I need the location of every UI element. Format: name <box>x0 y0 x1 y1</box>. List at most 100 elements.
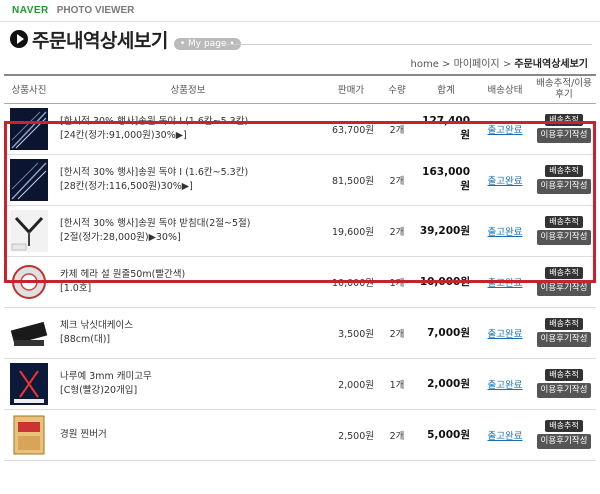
unit-price: 81,500원 <box>322 154 380 206</box>
product-photo[interactable] <box>4 358 54 410</box>
product-photo[interactable] <box>4 103 54 155</box>
write-review-button[interactable]: 이용후기작성 <box>536 281 592 296</box>
write-review-button[interactable]: 이용후기작성 <box>536 179 592 194</box>
unit-price: 2,000원 <box>322 358 380 410</box>
write-review-button[interactable]: 이용후기작성 <box>536 332 592 347</box>
table-row: 나루예 3mm 캐미고무 [C형(빨강)20개입] 2,000원 1개 2,00… <box>4 358 596 410</box>
col-total: 합계 <box>414 74 478 104</box>
quantity: 2개 <box>380 307 414 359</box>
track-delivery-button[interactable]: 배송추적 <box>545 420 583 432</box>
product-info: 카제 헤라 설 원줄50m(빨간색) [1.0호] <box>54 256 322 308</box>
product-info: [한시적 30% 행사]송원 독야 받침대(2절~5절) [2절(정가:28,0… <box>54 205 322 257</box>
product-option: [C형(빨강)20개입] <box>60 384 138 396</box>
shipping-status[interactable]: 출고완료 <box>478 154 532 206</box>
product-name[interactable]: [한시적 30% 행사]송원 독야 받침대(2절~5절) <box>60 217 322 231</box>
product-option: [2절(정가:28,000원)▶30%] <box>60 231 181 243</box>
col-photo: 상품사진 <box>4 74 54 104</box>
breadcrumb-mypage[interactable]: 마이페이지 <box>454 59 500 70</box>
col-track-review: 배송추적/이용후기 <box>532 74 596 104</box>
track-delivery-button[interactable]: 배송추적 <box>545 267 583 279</box>
table-row: 경원 찐버거 2,500원 2개 5,000원 출고완료 배송추적 이용후기작성 <box>4 409 596 461</box>
write-review-button[interactable]: 이용후기작성 <box>536 434 592 449</box>
product-option: [88cm(대)] <box>60 333 111 345</box>
unit-price: 10,000원 <box>322 256 380 308</box>
action-buttons: 배송추적 이용후기작성 <box>532 256 596 308</box>
product-name[interactable]: 체크 낚싯대케이스 <box>60 319 322 333</box>
shipping-status[interactable]: 출고완료 <box>478 409 532 461</box>
track-delivery-button[interactable]: 배송추적 <box>545 369 583 381</box>
write-review-button[interactable]: 이용후기작성 <box>536 230 592 245</box>
unit-price: 3,500원 <box>322 307 380 359</box>
line-total: 163,000원 <box>414 154 478 206</box>
unit-price: 19,600원 <box>322 205 380 257</box>
action-buttons: 배송추적 이용후기작성 <box>532 409 596 461</box>
write-review-button[interactable]: 이용후기작성 <box>536 383 592 398</box>
viewer-topbar: NAVER PHOTO VIEWER <box>0 0 600 22</box>
unit-price: 2,500원 <box>322 409 380 461</box>
product-info: 나루예 3mm 캐미고무 [C형(빨강)20개입] <box>54 358 322 410</box>
quantity: 2개 <box>380 205 414 257</box>
shipping-status[interactable]: 출고완료 <box>478 307 532 359</box>
line-total: 2,000원 <box>414 358 478 410</box>
page-header: 주문내역상세보기 • My page • <box>0 22 600 56</box>
col-qty: 수량 <box>380 74 414 104</box>
track-delivery-button[interactable]: 배송추적 <box>545 165 583 177</box>
product-photo[interactable] <box>4 256 54 308</box>
shipping-status[interactable]: 출고완료 <box>478 103 532 155</box>
product-info: 체크 낚싯대케이스 [88cm(대)] <box>54 307 322 359</box>
product-photo[interactable] <box>4 154 54 206</box>
product-option: [1.0호] <box>60 282 92 294</box>
line-total: 39,200원 <box>414 205 478 257</box>
table-row: [한시적 30% 행사]송원 독야 받침대(2절~5절) [2절(정가:28,0… <box>4 205 596 257</box>
quantity: 1개 <box>380 256 414 308</box>
quantity: 1개 <box>380 358 414 410</box>
quantity: 2개 <box>380 103 414 155</box>
quantity: 2개 <box>380 409 414 461</box>
table-row: [한시적 30% 행사]송원 독야 I (1.6칸~5.3칸) [28칸(정가:… <box>4 154 596 206</box>
product-name[interactable]: [한시적 30% 행사]송원 독야 I (1.6칸~5.3칸) <box>60 166 322 180</box>
table-row: 카제 헤라 설 원줄50m(빨간색) [1.0호] 10,000원 1개 10,… <box>4 256 596 308</box>
product-name[interactable]: 나루예 3mm 캐미고무 <box>60 370 322 384</box>
order-detail-table: 상품사진 상품정보 판매가 수량 합계 배송상태 배송추적/이용후기 [한시적 … <box>4 74 596 461</box>
shipping-status[interactable]: 출고완료 <box>478 256 532 308</box>
line-total: 7,000원 <box>414 307 478 359</box>
product-photo[interactable] <box>4 205 54 257</box>
product-name[interactable]: 경원 찐버거 <box>60 428 322 442</box>
breadcrumb: home > 마이페이지 > 주문내역상세보기 <box>410 59 589 70</box>
product-info: 경원 찐버거 <box>54 409 322 461</box>
track-delivery-button[interactable]: 배송추적 <box>545 318 583 330</box>
play-circle-icon <box>10 30 28 48</box>
table-row: [한시적 30% 행사]송원 독야 I (1.6칸~5.3칸) [24칸(정가:… <box>4 103 596 155</box>
product-name[interactable]: [한시적 30% 행사]송원 독야 I (1.6칸~5.3칸) <box>60 115 322 129</box>
unit-price: 63,700원 <box>322 103 380 155</box>
action-buttons: 배송추적 이용후기작성 <box>532 358 596 410</box>
photo-viewer-label: PHOTO VIEWER <box>56 5 135 16</box>
action-buttons: 배송추적 이용후기작성 <box>532 103 596 155</box>
track-delivery-button[interactable]: 배송추적 <box>545 114 583 126</box>
product-name[interactable]: 카제 헤라 설 원줄50m(빨간색) <box>60 268 322 282</box>
breadcrumb-home[interactable]: home <box>411 59 439 70</box>
product-option: [28칸(정가:116,500원)30%▶] <box>60 180 193 192</box>
table-row: 체크 낚싯대케이스 [88cm(대)] 3,500원 2개 7,000원 출고완… <box>4 307 596 359</box>
col-status: 배송상태 <box>478 74 532 104</box>
write-review-button[interactable]: 이용후기작성 <box>536 128 592 143</box>
title-divider <box>220 44 592 45</box>
line-total: 127,400원 <box>414 103 478 155</box>
naver-logo: NAVER <box>12 5 49 16</box>
product-info: [한시적 30% 행사]송원 독야 I (1.6칸~5.3칸) [24칸(정가:… <box>54 103 322 155</box>
action-buttons: 배송추적 이용후기작성 <box>532 205 596 257</box>
shipping-status[interactable]: 출고완료 <box>478 358 532 410</box>
col-price: 판매가 <box>322 74 380 104</box>
product-option: [24칸(정가:91,000원)30%▶] <box>60 129 187 141</box>
col-info: 상품정보 <box>54 74 322 104</box>
line-total: 10,000원 <box>414 256 478 308</box>
quantity: 2개 <box>380 154 414 206</box>
action-buttons: 배송추적 이용후기작성 <box>532 307 596 359</box>
product-info: [한시적 30% 행사]송원 독야 I (1.6칸~5.3칸) [28칸(정가:… <box>54 154 322 206</box>
track-delivery-button[interactable]: 배송추적 <box>545 216 583 228</box>
product-photo[interactable] <box>4 409 54 461</box>
line-total: 5,000원 <box>414 409 478 461</box>
product-photo[interactable] <box>4 307 54 359</box>
shipping-status[interactable]: 출고완료 <box>478 205 532 257</box>
action-buttons: 배송추적 이용후기작성 <box>532 154 596 206</box>
